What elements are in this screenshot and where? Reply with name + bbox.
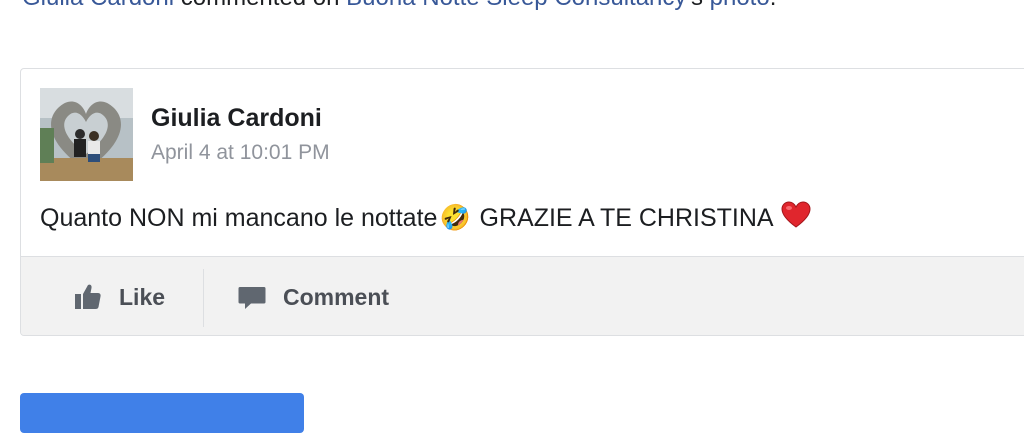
- comment-text-part2: GRAZIE A TE CHRISTINA: [472, 204, 780, 232]
- like-label: Like: [119, 283, 166, 310]
- comment-text-part1: Quanto NON mi mancano le nottate: [40, 204, 438, 232]
- avatar-photo: [40, 88, 133, 181]
- red-heart-emoji-icon: [781, 201, 811, 236]
- thumbs-up-icon: [75, 284, 101, 309]
- header-period: .: [770, 0, 777, 11]
- primary-action-button[interactable]: [20, 393, 304, 433]
- comment-author-name[interactable]: Giulia Cardoni: [151, 104, 322, 133]
- rolling-laughing-emoji-icon: 🤣: [439, 204, 471, 232]
- activity-header: Giulia Cardoni commented on Buona Notte …: [22, 0, 776, 12]
- comment-action-bar: Like Comment: [21, 256, 1024, 335]
- comment-card: Giulia Cardoni April 4 at 10:01 PM Quant…: [20, 68, 1024, 336]
- like-button[interactable]: Like: [73, 257, 166, 335]
- action-divider: [203, 269, 204, 327]
- speech-bubble-icon: [238, 287, 266, 309]
- action-text: commented on: [174, 0, 346, 11]
- comment-button[interactable]: Comment: [237, 257, 390, 335]
- comment-timestamp[interactable]: April 4 at 10:01 PM: [151, 141, 330, 165]
- page-link[interactable]: Buona Notte Sleep Consultancy: [346, 0, 686, 11]
- photo-link[interactable]: photo: [710, 0, 770, 11]
- comment-text: Quanto NON mi mancano le nottate 🤣 GRAZI…: [40, 201, 813, 236]
- possessive-text: 's: [686, 0, 709, 11]
- author-link[interactable]: Giulia Cardoni: [22, 0, 174, 11]
- avatar[interactable]: [40, 88, 133, 181]
- comment-label: Comment: [283, 283, 390, 310]
